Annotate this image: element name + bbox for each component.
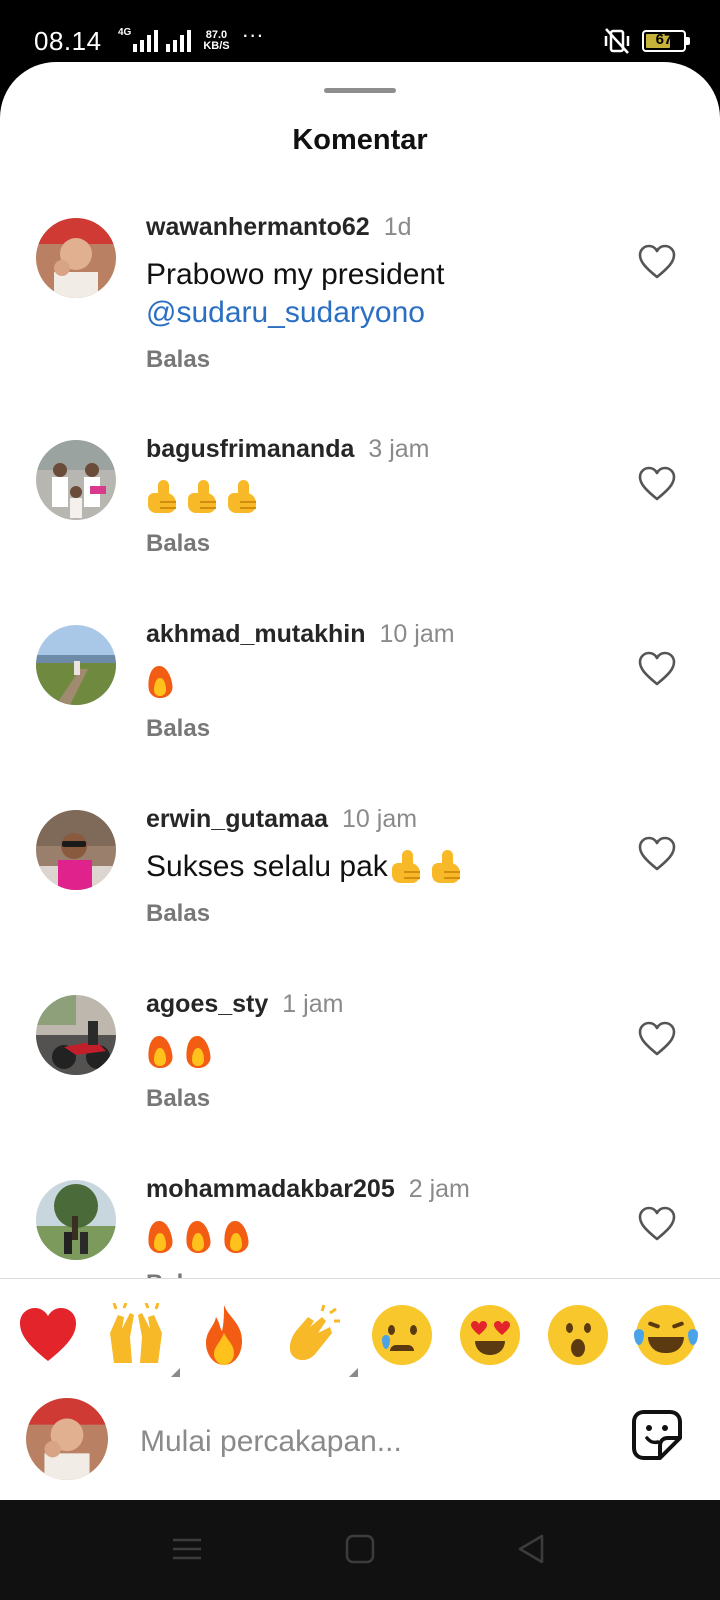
fire-icon: [184, 1219, 212, 1255]
comment-username[interactable]: mohammadakbar205: [146, 1175, 395, 1203]
surprised-face-icon[interactable]: [546, 1303, 610, 1367]
battery-level: 67: [655, 31, 673, 48]
comment-text: Sukses selalu pak: [146, 850, 388, 883]
reply-button[interactable]: Balas: [146, 530, 210, 558]
variant-indicator: [171, 1368, 180, 1377]
fire-icon: [146, 664, 174, 700]
comment-emoji: [146, 478, 616, 516]
drag-handle[interactable]: [324, 88, 396, 93]
comment-header: mohammadakbar205 2 jam: [146, 1174, 616, 1204]
comment-username[interactable]: akhmad_mutakhin: [146, 620, 366, 648]
comment-item: erwin_gutamaa 10 jam Sukses selalu pak Ba…: [0, 804, 720, 984]
comment-composer: [0, 1386, 720, 1500]
avatar[interactable]: [36, 218, 116, 298]
comment-header: bagusfrimananda 3 jam: [146, 434, 616, 464]
comment-emoji: [146, 1033, 616, 1071]
comment-header: erwin_gutamaa 10 jam: [146, 804, 616, 834]
comment-time: 10 jam: [342, 805, 418, 833]
comment-mention[interactable]: @sudaru_sudaryono: [146, 294, 616, 332]
reply-button[interactable]: Balas: [146, 715, 210, 743]
comment-body: agoes_sty 1 jam Balas: [146, 989, 616, 1113]
network-speed: 87.0 KB/S: [203, 30, 229, 52]
status-right: 67: [602, 26, 690, 56]
sticker-icon[interactable]: [630, 1408, 684, 1462]
sheet-title: Komentar: [292, 124, 428, 156]
comment-body: akhmad_mutakhin 10 jam Balas: [146, 619, 616, 743]
current-user-avatar[interactable]: [26, 1398, 108, 1480]
comment-username[interactable]: wawanhermanto62: [146, 213, 370, 241]
thumbs-up-icon: [146, 480, 180, 514]
comment-time: 1 jam: [282, 990, 344, 1018]
raising-hands-icon[interactable]: [104, 1302, 180, 1377]
fire-icon: [146, 1034, 174, 1070]
home-icon[interactable]: [343, 1532, 377, 1566]
vibrate-off-icon: [604, 28, 630, 54]
avatar[interactable]: [36, 810, 116, 890]
avatar[interactable]: [36, 625, 116, 705]
comment-time: 3 jam: [368, 435, 430, 463]
thumbs-up-icon: [226, 480, 260, 514]
avatar[interactable]: [36, 995, 116, 1075]
comment-header: akhmad_mutakhin 10 jam: [146, 619, 616, 649]
like-heart-icon[interactable]: [638, 651, 676, 687]
comment-username[interactable]: bagusfrimananda: [146, 435, 354, 463]
like-heart-icon[interactable]: [638, 244, 676, 280]
thumbs-up-icon: [390, 850, 424, 884]
reply-button[interactable]: Balas: [146, 900, 210, 928]
status-time: 08.14: [34, 26, 102, 56]
comment-time: 10 jam: [379, 620, 455, 648]
thumbs-up-icon: [186, 480, 220, 514]
tears-of-joy-icon[interactable]: [634, 1303, 698, 1367]
comment-item: agoes_sty 1 jam Balas: [0, 989, 720, 1169]
reply-button[interactable]: Balas: [146, 1085, 210, 1113]
avatar[interactable]: [36, 440, 116, 520]
crying-face-icon[interactable]: [370, 1303, 434, 1367]
signal-icon: [133, 30, 159, 52]
comment-header: agoes_sty 1 jam: [146, 989, 616, 1019]
comment-body: wawanhermanto62 1d Prabowo my president @…: [146, 212, 616, 374]
variant-indicator: [349, 1368, 358, 1377]
comment-emoji: [146, 663, 616, 701]
comment-text-row: Sukses selalu pak: [146, 848, 616, 886]
comment-username[interactable]: erwin_gutamaa: [146, 805, 328, 833]
comment-body: bagusfrimananda 3 jam Balas: [146, 434, 616, 558]
comment-text: Prabowo my president: [146, 258, 445, 291]
comment-time: 2 jam: [408, 1175, 470, 1203]
status-icons: 4G 87.0 KB/S ···: [118, 22, 264, 52]
avatar[interactable]: [36, 1180, 116, 1260]
signal-icon-2: [166, 30, 192, 52]
comment-time: 1d: [383, 213, 412, 241]
menu-icon[interactable]: [170, 1532, 204, 1566]
clapping-hands-icon[interactable]: [282, 1303, 358, 1377]
fire-icon[interactable]: [192, 1303, 256, 1367]
comment-body: erwin_gutamaa 10 jam Sukses selalu pak Ba…: [146, 804, 616, 928]
heart-eyes-icon[interactable]: [458, 1303, 522, 1367]
more-status-icon: ···: [241, 22, 264, 47]
comment-header: wawanhermanto62 1d: [146, 212, 616, 242]
like-heart-icon[interactable]: [638, 1206, 676, 1242]
back-icon[interactable]: [514, 1532, 548, 1566]
fire-icon: [184, 1034, 212, 1070]
comment-input[interactable]: [140, 1422, 580, 1462]
comment-item: bagusfrimananda 3 jam Balas: [0, 434, 720, 614]
thumbs-up-icon: [430, 850, 464, 884]
battery-icon: 67: [642, 30, 690, 52]
network-speed-unit: KB/S: [203, 40, 230, 52]
like-heart-icon[interactable]: [638, 466, 676, 502]
fire-icon: [146, 1219, 174, 1255]
like-heart-icon[interactable]: [638, 1021, 676, 1057]
comments-list[interactable]: wawanhermanto62 1d Prabowo my president @…: [0, 212, 720, 1340]
red-heart-icon[interactable]: [16, 1303, 80, 1367]
comment-emoji: [146, 1218, 616, 1256]
system-nav-bar: [0, 1500, 720, 1600]
fire-icon: [222, 1219, 250, 1255]
comment-username[interactable]: agoes_sty: [146, 990, 268, 1018]
network-type: 4G: [118, 27, 132, 38]
comment-item: wawanhermanto62 1d Prabowo my president @…: [0, 212, 720, 392]
reply-button[interactable]: Balas: [146, 346, 210, 374]
like-heart-icon[interactable]: [638, 836, 676, 872]
comment-item: akhmad_mutakhin 10 jam Balas: [0, 619, 720, 799]
quick-reaction-bar: [0, 1278, 720, 1386]
